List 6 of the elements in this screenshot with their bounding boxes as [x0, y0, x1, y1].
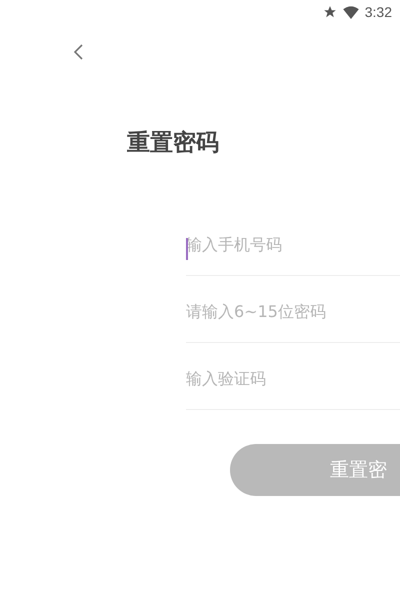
input-field[interactable]: 请输入6~15位密码: [186, 302, 400, 320]
page-title: 重置密码: [127, 129, 220, 157]
status-time: 3:32: [364, 4, 392, 20]
input-field[interactable]: 输入验证码: [186, 368, 400, 388]
wifi-icon: [342, 6, 359, 18]
star-icon: [322, 5, 337, 19]
